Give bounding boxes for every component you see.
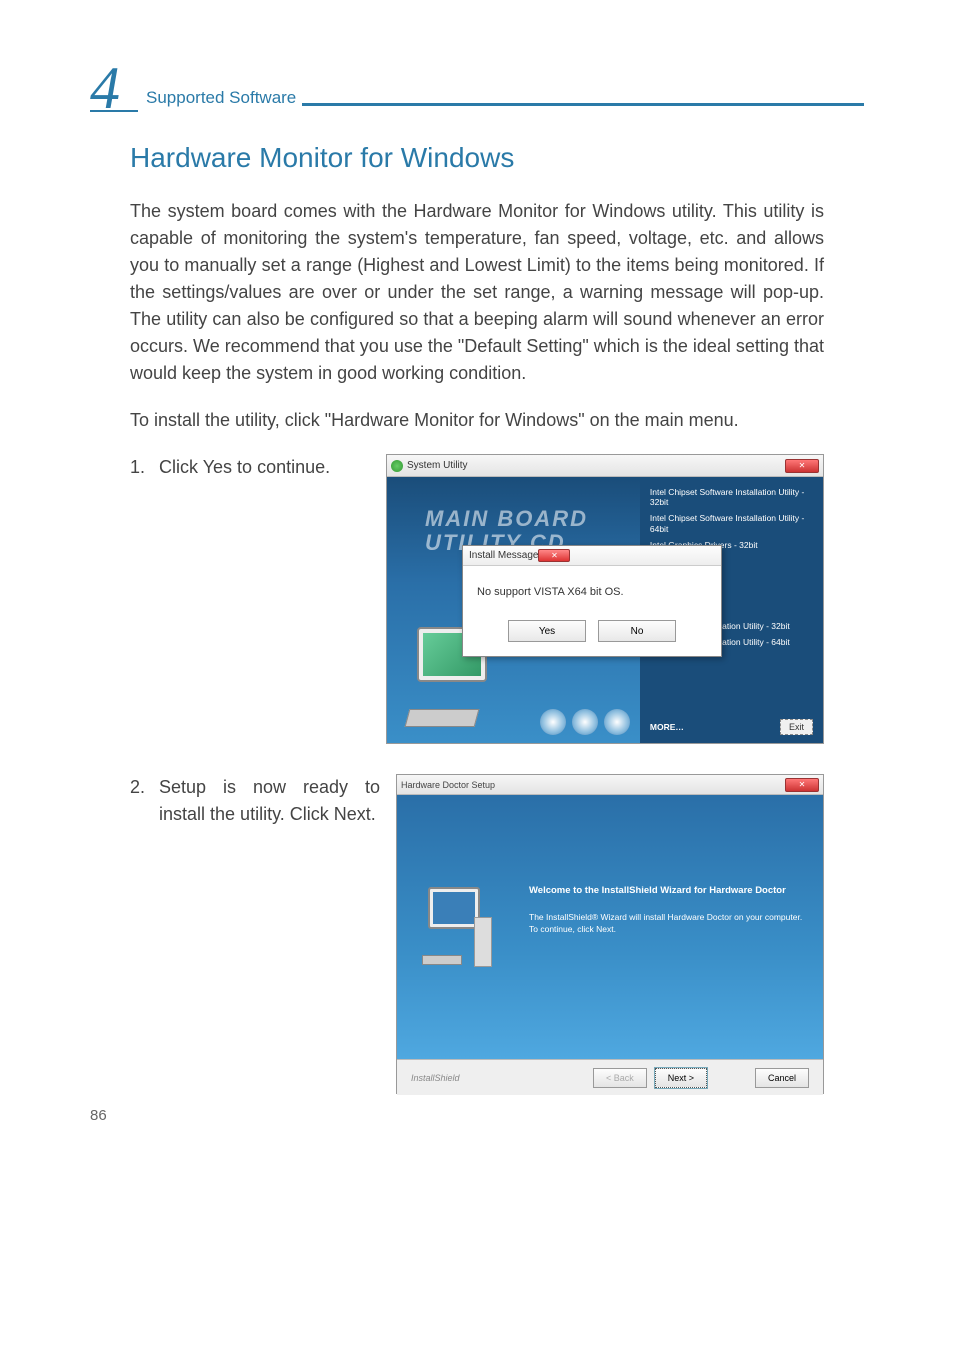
screenshot-installshield: Hardware Doctor Setup ✕ Welcome to the I… bbox=[396, 774, 824, 1094]
intro-paragraph-2: To install the utility, click "Hardware … bbox=[130, 407, 824, 434]
exit-button[interactable]: Exit bbox=[780, 719, 813, 735]
page-heading: Hardware Monitor for Windows bbox=[130, 142, 824, 174]
window-titlebar: Hardware Doctor Setup ✕ bbox=[397, 775, 823, 795]
menu-more[interactable]: MORE… bbox=[650, 722, 684, 732]
decorative-icons bbox=[540, 709, 630, 735]
wizard-heading: Welcome to the InstallShield Wizard for … bbox=[529, 885, 803, 896]
menu-item[interactable]: Intel Chipset Software Installation Util… bbox=[650, 487, 813, 507]
dialog-title: Install Message bbox=[469, 550, 538, 561]
cancel-button[interactable]: Cancel bbox=[755, 1068, 809, 1088]
next-button[interactable]: Next > bbox=[655, 1068, 707, 1088]
step-2-text: 2. Setup is now ready to install the uti… bbox=[130, 774, 380, 828]
chapter-header: 4 Supported Software bbox=[90, 50, 864, 112]
wizard-illustration bbox=[397, 795, 517, 1059]
banner-line-1: MAIN BOARD bbox=[425, 507, 588, 531]
back-button: < Back bbox=[593, 1068, 647, 1088]
close-icon[interactable]: ✕ bbox=[538, 549, 570, 562]
yes-button[interactable]: Yes bbox=[508, 620, 586, 642]
menu-item[interactable]: Intel Chipset Software Installation Util… bbox=[650, 513, 813, 533]
screenshot-system-utility: System Utility ✕ MAIN BOARD UTILITY CD bbox=[386, 454, 824, 744]
header-rule bbox=[302, 103, 864, 106]
window-title: Hardware Doctor Setup bbox=[401, 780, 495, 790]
section-name: Supported Software bbox=[146, 88, 296, 112]
close-icon[interactable]: ✕ bbox=[785, 778, 819, 792]
step-1-text: 1. Click Yes to continue. bbox=[130, 454, 370, 481]
page-number: 86 bbox=[90, 1107, 107, 1124]
wizard-body: The InstallShield® Wizard will install H… bbox=[529, 912, 803, 936]
install-message-dialog: Install Message ✕ No support VISTA X64 b… bbox=[462, 545, 722, 657]
close-icon[interactable]: ✕ bbox=[785, 459, 819, 473]
chapter-number: 4 bbox=[90, 55, 120, 121]
window-title: System Utility bbox=[407, 460, 468, 471]
installshield-brand: InstallShield bbox=[411, 1073, 460, 1083]
dialog-message: No support VISTA X64 bit OS. bbox=[477, 586, 707, 598]
app-icon bbox=[391, 460, 403, 472]
window-titlebar: System Utility ✕ bbox=[387, 455, 823, 477]
intro-paragraph-1: The system board comes with the Hardware… bbox=[130, 198, 824, 387]
no-button[interactable]: No bbox=[598, 620, 676, 642]
